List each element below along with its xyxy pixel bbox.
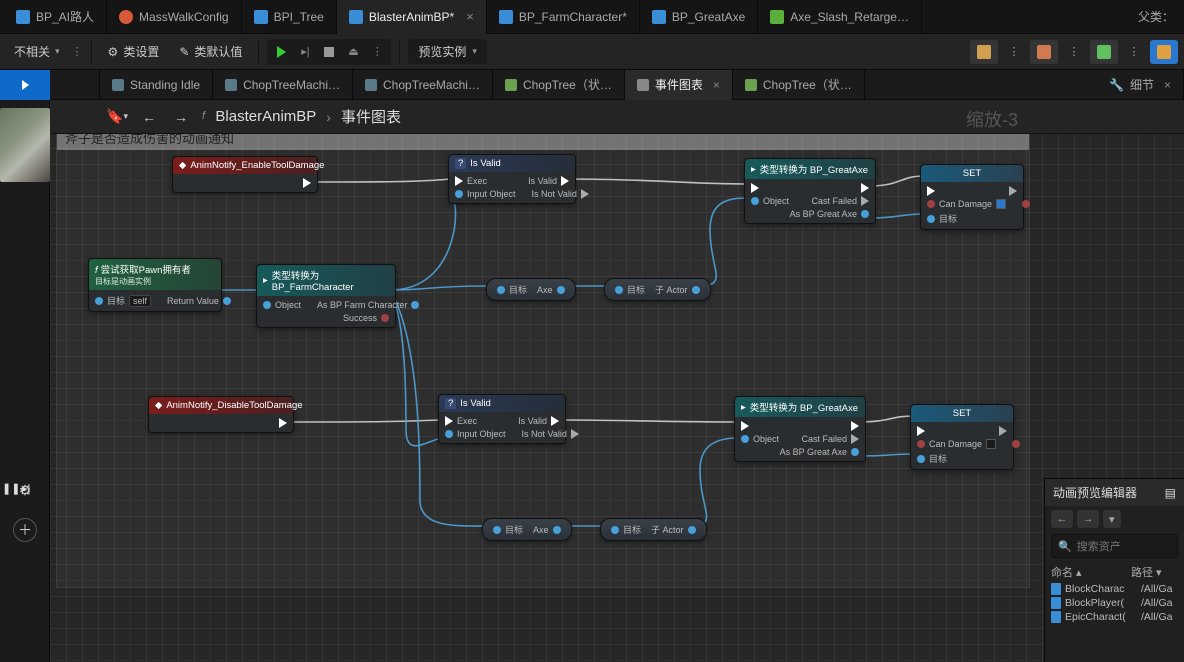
function-icon: 𝑓 — [202, 110, 205, 123]
node-animnotify-disable[interactable]: ◆AnimNotify_DisableToolDamage — [148, 396, 294, 433]
node-animnotify-enable[interactable]: ◆AnimNotify_EnableToolDamage — [172, 156, 318, 193]
select-mode-button[interactable] — [0, 70, 50, 100]
node-cast-farmcharacter[interactable]: ▸ 类型转换为 BP_FarmCharacter ObjectAs BP Far… — [256, 264, 396, 328]
nav-back-button[interactable]: ← — [1051, 510, 1073, 528]
node-cast-greataxe-lower[interactable]: ▸ 类型转换为 BP_GreatAxe ObjectCast Failed As… — [734, 396, 866, 462]
graph-tab-active[interactable]: 事件图表× — [625, 70, 733, 100]
graph-tab[interactable]: ChopTreeMachi… — [213, 70, 353, 100]
sim-options[interactable]: ⋮ — [366, 42, 388, 62]
anim-preview-editor-panel: 动画预览编辑器 ▤ ← → ▾ 🔍搜索资产 命名 ▴路径 ▾ BlockChara… — [1044, 478, 1184, 662]
asset-list-item[interactable]: BlockCharac/All/Ga — [1049, 582, 1180, 596]
main-toolbar: 不相关 ▾ ⋮ ⚙类设置 ✎类默认值 ▸| ⏏ ⋮ 预览实例 ⋮ ⋮ ⋮ — [0, 34, 1184, 70]
checkbox-candamage[interactable] — [986, 439, 996, 449]
node-get-child-actor-lower[interactable]: 目标 子 Actor — [600, 518, 707, 541]
bp-icon — [254, 10, 268, 24]
toolbar-options[interactable]: ⋮ — [1060, 40, 1088, 64]
settings-icon[interactable]: ⚙ — [13, 478, 37, 502]
node-isvalid-lower[interactable]: ?Is Valid ExecIs Valid Input ObjectIs No… — [438, 394, 566, 444]
node-isvalid-upper[interactable]: ?Is Valid ExecIs Valid Input ObjectIs No… — [448, 154, 576, 204]
asset-list: BlockCharac/All/Ga BlockPlayer(/All/Ga E… — [1045, 582, 1184, 624]
bp-icon — [652, 10, 666, 24]
nav-forward-button[interactable]: → — [1077, 510, 1099, 528]
close-icon[interactable]: × — [466, 9, 474, 24]
node-get-axe-lower[interactable]: 目标 Axe — [482, 518, 572, 541]
unrelated-dropdown[interactable]: 不相关 ▾ — [6, 39, 68, 64]
asset-list-item[interactable]: EpicCharact(/All/Ga — [1049, 610, 1180, 624]
node-try-get-pawn-owner[interactable]: 𝑓 尝试获取Pawn拥有者 目标是动画实例 目标 self Return Val… — [88, 258, 222, 312]
zoom-level: 缩放-3 — [966, 106, 1018, 132]
eject-button[interactable]: ⏏ — [342, 42, 364, 62]
bookmark-button[interactable]: 🔖▾ — [106, 106, 128, 128]
panel-title: 动画预览编辑器 — [1053, 484, 1137, 501]
graph-tab[interactable]: ChopTreeMachi… — [353, 70, 493, 100]
add-button[interactable]: ＋ — [13, 518, 37, 542]
event-graph-canvas[interactable]: 🔖▾ ← → 𝑓 BlasterAnimBP › 事件图表 缩放-3 — [50, 100, 1184, 662]
class-settings-button[interactable]: ⚙类设置 — [100, 39, 168, 64]
bp-icon — [16, 10, 30, 24]
config-icon — [119, 10, 133, 24]
asset-search-input[interactable]: 🔍搜索资产 — [1051, 534, 1178, 558]
top-tab[interactable]: BP_FarmCharacter* — [487, 0, 640, 34]
checkbox-candamage[interactable] — [996, 199, 1006, 209]
anim-mode-button[interactable] — [1090, 40, 1118, 64]
preview-instance-dropdown[interactable]: 预览实例 — [408, 39, 487, 64]
asset-list-item[interactable]: BlockPlayer(/All/Ga — [1049, 596, 1180, 610]
class-defaults-button[interactable]: ✎类默认值 — [171, 39, 250, 64]
node-set-candamage-true[interactable]: SET Can Damage 目标 — [920, 164, 1024, 230]
asset-icon — [1051, 583, 1061, 595]
gear-icon: ⚙ — [108, 45, 119, 59]
simulation-controls: ▸| ⏏ ⋮ — [267, 39, 391, 65]
breadcrumb-current[interactable]: 事件图表 — [341, 106, 401, 127]
details-tab[interactable]: 🔧细节× — [1097, 70, 1184, 100]
top-tab-active[interactable]: BlasterAnimBP*× — [337, 0, 487, 34]
play-button[interactable] — [270, 42, 292, 62]
asset-icon — [1051, 611, 1061, 623]
bp-icon — [499, 10, 513, 24]
wrench-icon: 🔧 — [1109, 78, 1124, 92]
preview-viewport[interactable] — [0, 108, 50, 182]
breadcrumb-parent[interactable]: BlasterAnimBP — [215, 108, 316, 125]
top-tabs: BP_AI路人 MassWalkConfig BPI_Tree BlasterA… — [0, 0, 1184, 34]
nav-back-button[interactable]: ← — [138, 106, 160, 128]
parent-class-label: 父类： — [1128, 8, 1184, 25]
graph-tabs: Standing Idle ChopTreeMachi… ChopTreeMac… — [0, 70, 1184, 100]
viewport-panel: ❚❚ ▸| ⚙ ＋ — [0, 100, 50, 662]
graph-tab[interactable]: ChopTree（状… — [493, 70, 625, 100]
animbp-icon — [349, 10, 363, 24]
graph-tab[interactable]: Standing Idle — [100, 70, 213, 100]
animbp-mode-button[interactable] — [1150, 40, 1178, 64]
skeleton-mode-button[interactable] — [970, 40, 998, 64]
toolbar-options[interactable]: ⋮ — [1000, 40, 1028, 64]
close-icon[interactable]: × — [1164, 78, 1171, 92]
mesh-mode-button[interactable] — [1030, 40, 1058, 64]
close-icon[interactable]: × — [713, 78, 720, 92]
toolbar-options[interactable]: ⋮ — [1120, 40, 1148, 64]
node-get-axe[interactable]: 目标 Axe — [486, 278, 576, 301]
step-button[interactable]: ▸| — [294, 42, 316, 62]
top-tab[interactable]: MassWalkConfig — [107, 0, 242, 34]
top-tab[interactable]: BP_AI路人 — [4, 0, 107, 34]
anim-icon — [770, 10, 784, 24]
top-tab[interactable]: BP_GreatAxe — [640, 0, 758, 34]
top-tab[interactable]: Axe_Slash_Retarge… — [758, 0, 922, 34]
breadcrumb: 🔖▾ ← → 𝑓 BlasterAnimBP › 事件图表 缩放-3 — [50, 100, 1184, 134]
asset-icon — [1051, 597, 1061, 609]
panel-menu-icon[interactable]: ▤ — [1165, 486, 1176, 500]
node-set-candamage-false[interactable]: SET Can Damage 目标 — [910, 404, 1014, 470]
stop-button[interactable] — [318, 42, 340, 62]
graph-tab[interactable]: ChopTree（状… — [733, 70, 865, 100]
asset-list-header[interactable]: 命名 ▴路径 ▾ — [1045, 562, 1184, 582]
node-get-child-actor[interactable]: 目标 子 Actor — [604, 278, 711, 301]
node-cast-greataxe-upper[interactable]: ▸ 类型转换为 BP_GreatAxe ObjectCast Failed As… — [744, 158, 876, 224]
filter-button[interactable]: ▾ — [1103, 510, 1121, 528]
top-tab[interactable]: BPI_Tree — [242, 0, 337, 34]
search-icon: 🔍 — [1058, 540, 1072, 553]
nav-forward-button[interactable]: → — [170, 106, 192, 128]
wrench-icon: ✎ — [179, 45, 189, 59]
